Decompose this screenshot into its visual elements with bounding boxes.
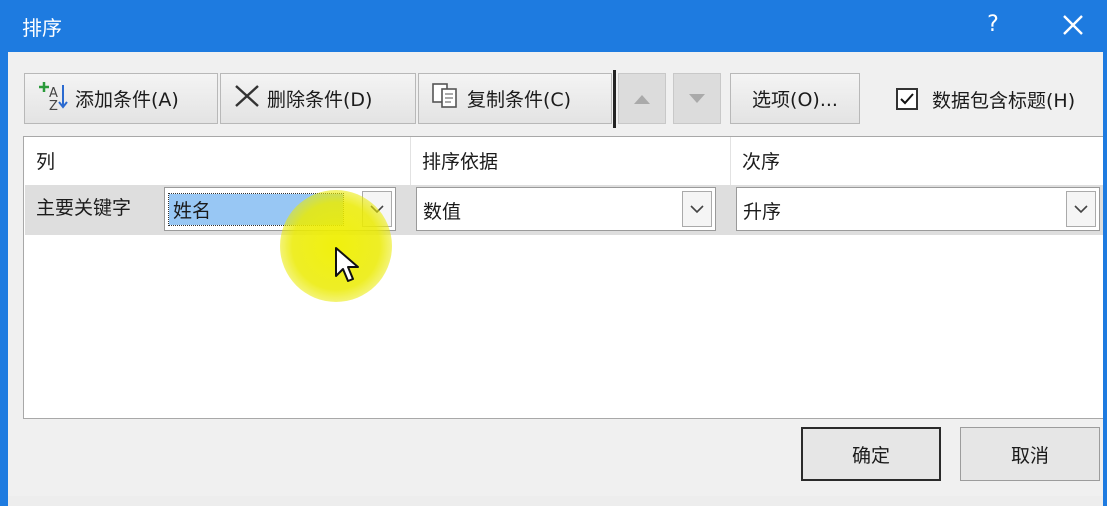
options-button[interactable]: 选项(O)... [730, 73, 860, 124]
arrow-down-icon [689, 93, 705, 103]
close-button[interactable] [1051, 6, 1095, 44]
copy-level-button[interactable]: 复制条件(C) [418, 73, 612, 124]
cancel-button[interactable]: 取消 [960, 427, 1100, 481]
svg-text:Z: Z [49, 99, 58, 111]
sort-on-value: 数值 [423, 201, 462, 223]
mouse-pointer-icon [335, 247, 359, 282]
order-select[interactable]: 升序 [736, 187, 1100, 231]
order-value: 升序 [743, 201, 782, 223]
order-dropdown-button[interactable] [1066, 191, 1096, 227]
ok-label: 确定 [851, 444, 890, 467]
sort-on-select[interactable]: 数值 [416, 187, 716, 231]
order-header: 次序 [742, 151, 781, 173]
has-headers-option[interactable]: 数据包含标题(H) [896, 84, 1075, 114]
sort-dialog: 排序 ? A Z 添加条件(A) 删除条件(D) 复制条件(C) 选项(O)..… [0, 0, 1107, 506]
cancel-label: 取消 [1010, 444, 1049, 467]
delete-icon [233, 83, 261, 114]
help-button[interactable]: ? [973, 8, 1013, 42]
dialog-title: 排序 [22, 16, 62, 40]
copy-level-label: 复制条件(C) [467, 89, 572, 111]
add-level-button[interactable]: A Z 添加条件(A) [24, 73, 218, 124]
copy-icon [431, 82, 461, 115]
close-icon [1063, 15, 1083, 35]
chevron-down-icon [1074, 205, 1088, 214]
sort-on-header: 排序依据 [422, 151, 499, 173]
move-up-button[interactable] [618, 73, 666, 124]
sort-on-dropdown-button[interactable] [682, 191, 712, 227]
sort-levels-grid: 列 排序依据 次序 主要关键字 姓名 数值 升序 [23, 136, 1103, 419]
row-label: 主要关键字 [36, 197, 132, 219]
has-headers-label: 数据包含标题(H) [932, 89, 1076, 112]
move-down-button[interactable] [673, 73, 721, 124]
column-divider [730, 137, 731, 185]
arrow-up-icon [634, 94, 650, 104]
delete-level-button[interactable]: 删除条件(D) [220, 73, 416, 124]
checkmark-icon [900, 93, 914, 105]
toolbar-separator [613, 70, 616, 128]
background-sheet-strip [8, 496, 1103, 506]
delete-level-label: 删除条件(D) [267, 89, 373, 111]
chevron-down-icon [690, 205, 704, 214]
has-headers-checkbox[interactable] [896, 88, 918, 110]
ok-button[interactable]: 确定 [801, 427, 941, 481]
options-label: 选项(O)... [752, 89, 838, 111]
title-bar: 排序 ? [8, 0, 1103, 52]
add-level-label: 添加条件(A) [75, 89, 179, 111]
column-header: 列 [36, 151, 56, 173]
add-level-icon: A Z [37, 81, 69, 116]
column-divider [410, 137, 411, 185]
